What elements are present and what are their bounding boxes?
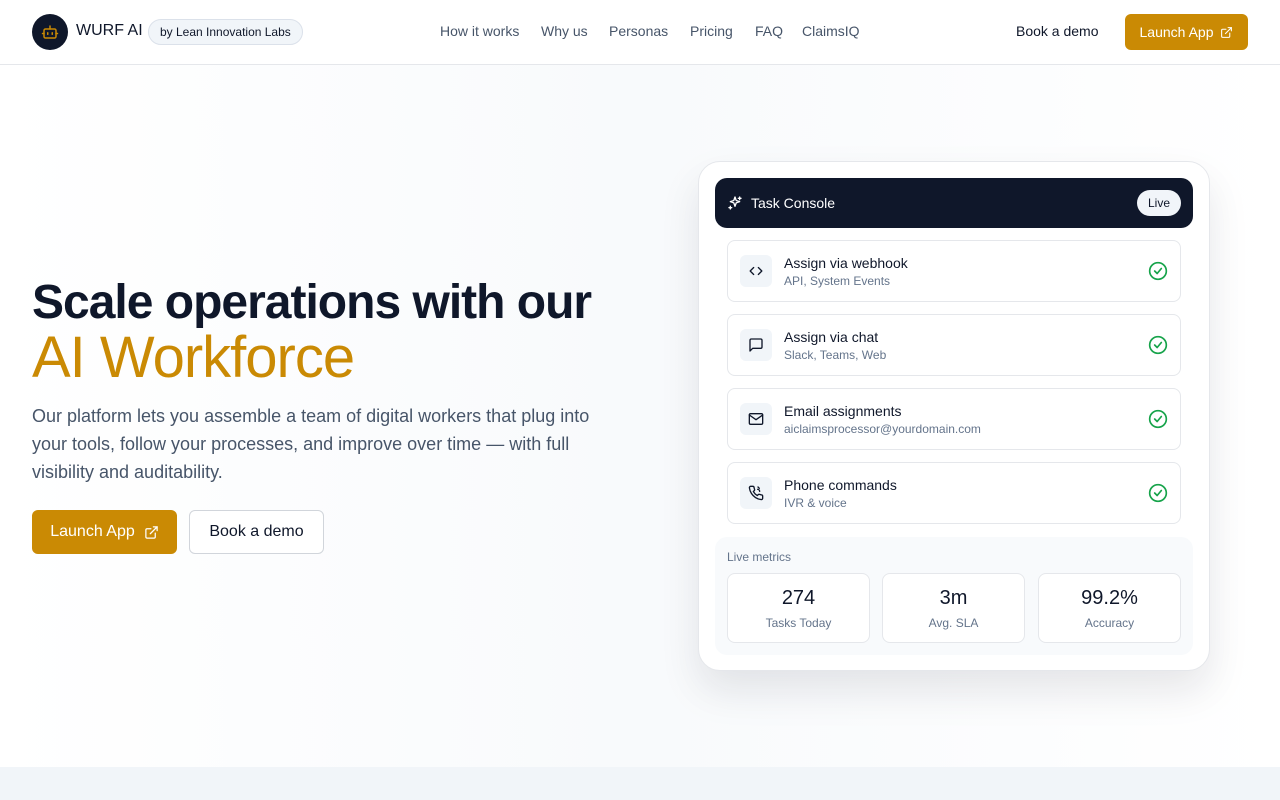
live-metrics-panel: Live metrics 274 Tasks Today 3m Avg. SLA… xyxy=(715,537,1193,655)
channel-phone[interactable]: Phone commands IVR & voice xyxy=(727,462,1181,524)
channel-webhook[interactable]: Assign via webhook API, System Events xyxy=(727,240,1181,302)
channel-email[interactable]: Email assignments aiclaimsprocessor@your… xyxy=(727,388,1181,450)
header-launch-app-button[interactable]: Launch App xyxy=(1125,14,1248,50)
check-circle-icon xyxy=(1148,483,1168,503)
channel-title: Phone commands xyxy=(784,477,897,493)
live-status-badge: Live xyxy=(1136,190,1181,216)
metric-label: Accuracy xyxy=(1084,616,1135,630)
task-console-card: Task Console Live Assign via webhook API… xyxy=(698,161,1210,671)
metric-value: 3m xyxy=(939,587,968,609)
console-header: Task Console Live xyxy=(715,178,1193,228)
hero-book-demo-button[interactable]: Book a demo xyxy=(189,510,324,554)
phone-icon xyxy=(740,477,772,509)
hero-launch-app-button[interactable]: Launch App xyxy=(32,510,177,554)
code-icon xyxy=(740,255,772,287)
metric-value: 274 xyxy=(781,587,816,609)
hero-title-highlight: AI Workforce xyxy=(32,325,355,390)
chat-icon xyxy=(740,329,772,361)
next-section-band xyxy=(0,767,1280,800)
channel-subtitle: API, System Events xyxy=(784,274,891,288)
metric-avg-sla: 3m Avg. SLA xyxy=(882,573,1025,643)
external-link-icon xyxy=(145,525,158,539)
launch-app-label: Launch App xyxy=(1139,24,1214,40)
nav-how-it-works[interactable]: How it works xyxy=(440,23,519,39)
brand-badge: by Lean Innovation Labs xyxy=(148,19,303,45)
channel-chat[interactable]: Assign via chat Slack, Teams, Web xyxy=(727,314,1181,376)
check-circle-icon xyxy=(1148,261,1168,281)
nav-personas[interactable]: Personas xyxy=(609,23,668,39)
launch-app-label: Launch App xyxy=(50,523,135,540)
console-title: Task Console xyxy=(751,195,836,211)
nav-claimsiq[interactable]: ClaimsIQ xyxy=(802,23,860,39)
nav-faq[interactable]: FAQ xyxy=(755,23,783,39)
nav-pricing[interactable]: Pricing xyxy=(690,23,733,39)
channel-subtitle: IVR & voice xyxy=(784,496,847,510)
mail-icon xyxy=(740,403,772,435)
robot-icon[interactable] xyxy=(32,14,68,50)
channel-title: Email assignments xyxy=(784,403,902,419)
header-book-demo-link[interactable]: Book a demo xyxy=(1016,23,1099,39)
nav-why-us[interactable]: Why us xyxy=(541,23,588,39)
channel-title: Assign via chat xyxy=(784,329,879,345)
metric-tasks-today: 274 Tasks Today xyxy=(727,573,870,643)
brand-name[interactable]: WURF AI xyxy=(76,22,143,40)
metric-accuracy: 99.2% Accuracy xyxy=(1038,573,1181,643)
sparkles-icon xyxy=(728,196,742,210)
channel-title: Assign via webhook xyxy=(784,255,908,271)
external-link-icon xyxy=(1221,26,1233,38)
check-circle-icon xyxy=(1148,335,1168,355)
hero-description: Our platform lets you assemble a team of… xyxy=(32,406,590,482)
metric-label: Avg. SLA xyxy=(928,616,979,630)
site-header: WURF AI by Lean Innovation Labs How it w… xyxy=(0,0,1280,65)
check-circle-icon xyxy=(1148,409,1168,429)
metrics-label: Live metrics xyxy=(727,550,792,564)
book-demo-label: Book a demo xyxy=(209,523,304,540)
metric-label: Tasks Today xyxy=(765,616,832,630)
hero-title: Scale operations with our xyxy=(32,276,592,329)
metric-value: 99.2% xyxy=(1081,587,1138,609)
channel-subtitle: Slack, Teams, Web xyxy=(784,348,887,362)
channel-subtitle: aiclaimsprocessor@yourdomain.com xyxy=(784,422,981,436)
